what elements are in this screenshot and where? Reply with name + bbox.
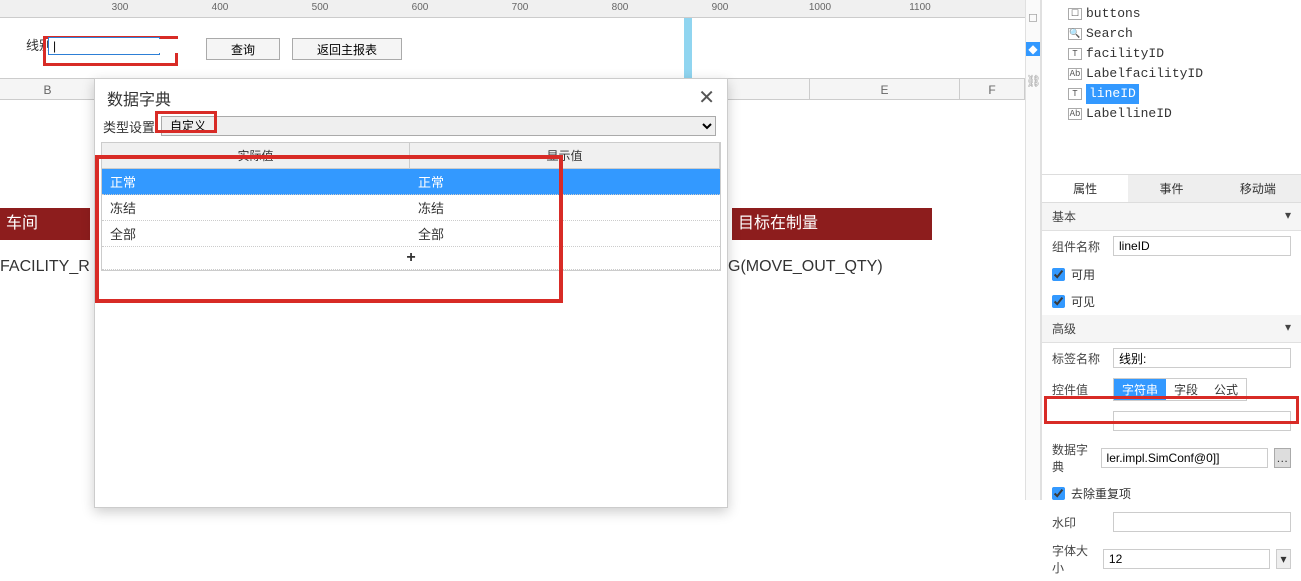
search-icon: 🔍 (1068, 28, 1082, 40)
fontsize-input[interactable] (1103, 549, 1270, 569)
tree-node[interactable]: TfacilityID (1068, 44, 1301, 64)
line-combo[interactable]: ▦ ▼ (48, 37, 160, 55)
tree-node[interactable]: 🔍Search (1068, 24, 1301, 44)
link-icon[interactable]: ⛓ (1026, 74, 1040, 88)
tree-node[interactable]: TlineID (1068, 84, 1301, 104)
facility-cell: FACILITY_R (0, 258, 90, 276)
label-icon: Ab (1068, 68, 1082, 80)
labelname-label: 标签名称 (1052, 350, 1107, 367)
dedupe-label: 去除重复项 (1071, 485, 1131, 502)
col-b[interactable]: B (0, 79, 96, 99)
section-advanced[interactable]: 高级▾ (1042, 315, 1301, 343)
enable-checkbox[interactable] (1052, 268, 1065, 281)
ctrlval-input[interactable] (1113, 411, 1291, 431)
type-setting-label: 类型设置 (103, 117, 155, 136)
toggle-formula[interactable]: 公式 (1206, 379, 1246, 400)
type-setting-select[interactable]: 自定义 (161, 116, 716, 136)
labelname-input[interactable] (1113, 348, 1291, 368)
property-tabs: 属性 事件 移动端 (1042, 174, 1301, 203)
line-combo-input[interactable] (49, 39, 212, 53)
ctrlval-toggle: 字符串 字段 公式 (1113, 378, 1247, 401)
ctrlval-label: 控件值 (1052, 381, 1107, 398)
col-e[interactable]: E (810, 79, 960, 99)
fontsize-label: 字体大小 (1052, 542, 1097, 576)
target-qty-header: 目标在制量 (732, 208, 932, 240)
query-button[interactable]: 查询 (206, 38, 280, 60)
col-display: 显示值 (410, 143, 720, 168)
comp-name-input[interactable] (1113, 236, 1291, 256)
horizontal-ruler: 300 400 500 600 700 800 900 1000 1100 (0, 0, 1025, 18)
moveout-cell: G(MOVE_OUT_QTY) (728, 258, 883, 276)
chevron-down-icon[interactable]: ▾ (1276, 549, 1291, 569)
tree-node[interactable]: AbLabelfacilityID (1068, 64, 1301, 84)
back-button[interactable]: 返回主报表 (292, 38, 402, 60)
textfield-icon: T (1068, 48, 1082, 60)
watermark-input[interactable] (1113, 512, 1291, 532)
button-icon: ☐ (1068, 8, 1082, 20)
visible-label: 可见 (1071, 293, 1095, 310)
component-tree[interactable]: ☐buttons 🔍Search TfacilityID AbLabelfaci… (1042, 0, 1301, 128)
dedupe-checkbox[interactable] (1052, 487, 1065, 500)
enable-label: 可用 (1071, 266, 1095, 283)
compass-icon[interactable]: ◆ (1026, 42, 1040, 56)
textfield-icon: T (1068, 88, 1082, 100)
tree-node[interactable]: AbLabellineID (1068, 104, 1301, 124)
col-f[interactable]: F (960, 79, 1025, 99)
tab-properties[interactable]: 属性 (1042, 175, 1128, 202)
data-dictionary-modal: 数据字典 ✕ 类型设置 自定义 实际值 显示值 正常 正常 冻结 冻结 (94, 78, 728, 508)
workshop-header: 车间 (0, 208, 90, 240)
dict-label: 数据字典 (1052, 441, 1095, 475)
design-canvas[interactable]: 线别: ▦ ▼ 查询 返回主报表 B E F 车间 目标在制量 FACILITY… (0, 18, 1025, 500)
dictionary-table: 实际值 显示值 正常 正常 冻结 冻结 全部 全部 + (101, 142, 721, 271)
collapse-icon[interactable]: ▾ (1285, 208, 1291, 225)
watermark-label: 水印 (1052, 514, 1107, 531)
crop-icon[interactable]: ◻ (1026, 10, 1040, 24)
tab-mobile[interactable]: 移动端 (1215, 175, 1301, 202)
collapse-icon[interactable]: ▾ (1285, 320, 1291, 337)
col-actual: 实际值 (102, 143, 410, 168)
dict-row[interactable]: 正常 正常 (102, 169, 720, 195)
add-row-button[interactable]: + (102, 247, 720, 270)
section-basic[interactable]: 基本▾ (1042, 203, 1301, 231)
modal-title: 数据字典 (107, 86, 171, 110)
visible-checkbox[interactable] (1052, 295, 1065, 308)
close-icon[interactable]: ✕ (698, 85, 715, 110)
dict-row[interactable]: 冻结 冻结 (102, 195, 720, 221)
dict-input[interactable] (1101, 448, 1268, 468)
tree-node[interactable]: ☐buttons (1068, 4, 1301, 24)
toggle-string[interactable]: 字符串 (1114, 379, 1166, 400)
comp-name-label: 组件名称 (1052, 238, 1107, 255)
dict-row[interactable]: 全部 全部 (102, 221, 720, 247)
toggle-field[interactable]: 字段 (1166, 379, 1206, 400)
dict-more-button[interactable]: … (1274, 448, 1291, 468)
label-icon: Ab (1068, 108, 1082, 120)
properties-panel: ☐buttons 🔍Search TfacilityID AbLabelfaci… (1041, 0, 1301, 500)
tab-events[interactable]: 事件 (1128, 175, 1214, 202)
tool-strip: ◻ ◆ ⛓ (1025, 0, 1041, 500)
